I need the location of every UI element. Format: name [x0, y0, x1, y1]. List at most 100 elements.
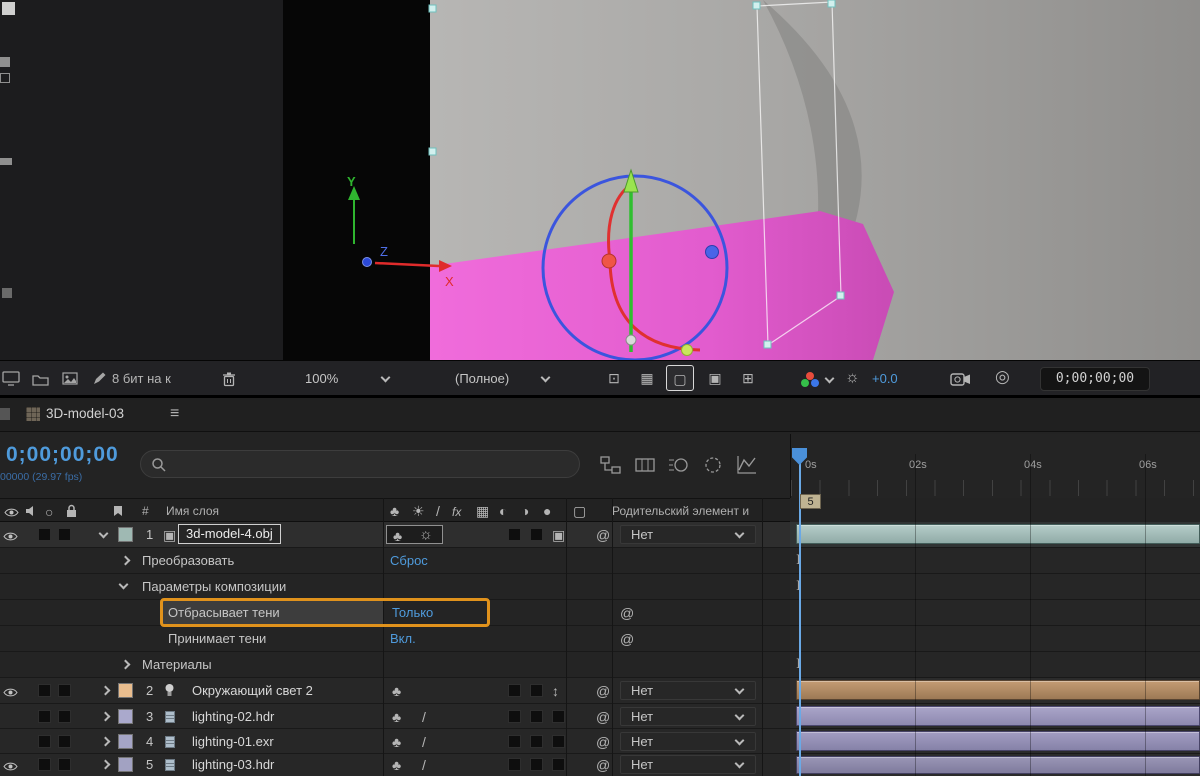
- solo-toggle[interactable]: [58, 758, 71, 771]
- image-icon[interactable]: [62, 372, 78, 388]
- pickwhip-icon[interactable]: @: [596, 683, 610, 699]
- shy-switch-icon[interactable]: ♣: [390, 503, 399, 519]
- chevron-right-icon[interactable]: [121, 660, 131, 670]
- shy-switch-icon[interactable]: ♣: [393, 528, 402, 544]
- switch-cell[interactable]: [508, 684, 521, 697]
- chevron-right-icon[interactable]: [101, 712, 111, 722]
- search-input[interactable]: [175, 454, 565, 474]
- pickwhip-icon[interactable]: @: [596, 527, 610, 543]
- layer-duration-bar[interactable]: [796, 680, 1200, 700]
- solo-toggle[interactable]: [58, 528, 71, 541]
- audio-toggle[interactable]: [38, 710, 51, 723]
- audio-toggle[interactable]: [38, 684, 51, 697]
- property-value[interactable]: Только: [392, 606, 433, 620]
- pickwhip-icon[interactable]: @: [596, 734, 610, 750]
- light-options-icon[interactable]: ↕: [552, 683, 559, 699]
- label-column-icon[interactable]: [112, 505, 124, 520]
- pen-icon[interactable]: [92, 372, 106, 389]
- property-row-materials[interactable]: Материалы I: [0, 652, 1200, 678]
- layer-duration-bar[interactable]: [796, 731, 1200, 751]
- viewport-canvas[interactable]: Y Z X: [283, 0, 1200, 360]
- zoom-dropdown[interactable]: 100%: [305, 372, 338, 386]
- layer-name[interactable]: Окружающий свет 2: [192, 684, 313, 698]
- property-label[interactable]: Преобразовать: [142, 554, 234, 568]
- switch-cell[interactable]: [530, 528, 543, 541]
- eye-icon[interactable]: [4, 506, 19, 521]
- switch-cell[interactable]: [552, 710, 565, 723]
- pickwhip-icon[interactable]: @: [620, 605, 634, 621]
- draft-3d-icon[interactable]: [634, 454, 656, 476]
- gizmo-green-handle[interactable]: [682, 345, 693, 356]
- composition-viewport[interactable]: Y Z X: [283, 0, 1200, 360]
- gizmo-blue-handle[interactable]: [706, 246, 719, 259]
- property-label[interactable]: Отбрасывает тени: [168, 606, 280, 620]
- bit-depth-label[interactable]: 8 бит на к: [112, 372, 171, 386]
- panel-menu-icon[interactable]: ≡: [170, 406, 179, 422]
- solo-toggle[interactable]: [58, 735, 71, 748]
- layer-name[interactable]: lighting-01.exr: [192, 735, 274, 749]
- property-label[interactable]: Параметры композиции: [142, 580, 286, 594]
- draft3d-switch-icon[interactable]: /: [436, 503, 440, 519]
- layer-switch-box[interactable]: ♣ ☼: [386, 525, 443, 544]
- timeline-ruler[interactable]: 0s 02s 04s 06s: [790, 434, 1200, 498]
- fx-switch-icon[interactable]: fx: [452, 504, 461, 520]
- label-swatch[interactable]: [118, 757, 133, 772]
- layer-row-2[interactable]: 2 Окружающий свет 2 ♣ ↕ @ Нет: [0, 678, 1200, 704]
- switch-cell[interactable]: [508, 735, 521, 748]
- trash-icon[interactable]: [222, 371, 236, 390]
- switch-cell[interactable]: [552, 735, 565, 748]
- motion-blur-icon[interactable]: [668, 454, 690, 476]
- region-of-interest-button[interactable]: ▢: [666, 365, 694, 391]
- solo-toggle[interactable]: [58, 684, 71, 697]
- property-value[interactable]: Вкл.: [390, 632, 416, 646]
- camera-icon[interactable]: [950, 372, 972, 389]
- exposure-value[interactable]: +0.0: [872, 372, 898, 386]
- mask-visibility-icon[interactable]: [702, 454, 724, 476]
- audio-toggle[interactable]: [38, 735, 51, 748]
- switch-cell[interactable]: [508, 758, 521, 771]
- pickwhip-icon[interactable]: @: [596, 757, 610, 773]
- collapse-column-icon[interactable]: ▢: [573, 503, 586, 519]
- adjustment-switch-icon[interactable]: ◑: [521, 503, 529, 519]
- current-timecode[interactable]: 0;00;00;00: [6, 444, 119, 466]
- switch-cell[interactable]: [530, 710, 543, 723]
- parent-dropdown[interactable]: Нет: [620, 681, 756, 700]
- layer-row-3[interactable]: 3 lighting-02.hdr ♣ / @ Нет: [0, 704, 1200, 729]
- gizmo-red-handle[interactable]: [602, 254, 616, 268]
- blend-switch-icon[interactable]: ☀: [412, 503, 425, 519]
- label-swatch[interactable]: [118, 527, 133, 542]
- composition-flowchart-icon[interactable]: [600, 454, 622, 476]
- gizmo-center-handle[interactable]: [626, 335, 636, 345]
- threed-switch-icon[interactable]: ●: [543, 503, 551, 519]
- view-layout-button[interactable]: ⊡: [600, 365, 628, 391]
- chevron-right-icon[interactable]: [121, 556, 131, 566]
- quality-switch-icon[interactable]: /: [422, 734, 426, 750]
- shy-switch-icon[interactable]: ♣: [392, 709, 401, 725]
- audio-icon[interactable]: [25, 505, 38, 520]
- chevron-right-icon[interactable]: [101, 737, 111, 747]
- label-swatch[interactable]: [118, 734, 133, 749]
- label-swatch[interactable]: [118, 709, 133, 724]
- layer-name[interactable]: 3d-model-4.obj: [178, 524, 281, 544]
- chevron-right-icon[interactable]: [101, 686, 111, 696]
- quality-switch-icon[interactable]: /: [422, 709, 426, 725]
- search-box[interactable]: [140, 450, 580, 478]
- property-row-geometry-options[interactable]: Параметры композиции I: [0, 574, 1200, 600]
- collapse-switch-icon[interactable]: ▣: [552, 527, 565, 543]
- layer-row-4[interactable]: 4 lighting-01.exr ♣ / @ Нет: [0, 729, 1200, 754]
- grid-button[interactable]: ⊞: [734, 365, 762, 391]
- switch-cell[interactable]: [508, 528, 521, 541]
- folder-icon[interactable]: [32, 373, 49, 389]
- layer-duration-bar[interactable]: [796, 706, 1200, 726]
- solo-icon[interactable]: ○: [45, 504, 53, 520]
- property-row-casts-shadows[interactable]: Отбрасывает тени Только @: [0, 600, 1200, 626]
- pickwhip-icon[interactable]: @: [620, 631, 634, 647]
- property-label[interactable]: Материалы: [142, 658, 212, 672]
- resolution-dropdown[interactable]: (Полное): [455, 372, 509, 386]
- chevron-down-icon[interactable]: [119, 580, 129, 590]
- chevron-down-icon[interactable]: [99, 529, 109, 539]
- switch-cell[interactable]: [508, 710, 521, 723]
- switch-cell[interactable]: [530, 684, 543, 697]
- parent-dropdown[interactable]: Нет: [620, 755, 756, 774]
- audio-toggle[interactable]: [38, 528, 51, 541]
